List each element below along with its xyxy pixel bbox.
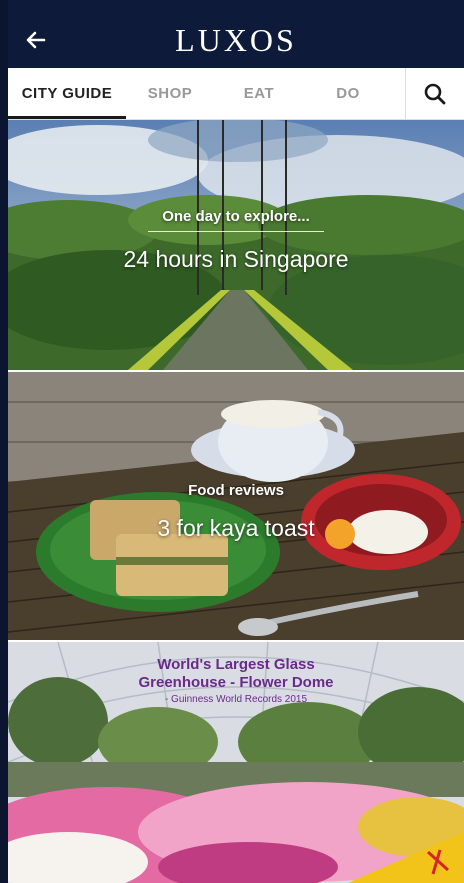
article-card-kaya-toast[interactable]: Food reviews 3 for kaya toast [8, 372, 464, 640]
card-caption: Food reviews 3 for kaya toast [8, 482, 464, 542]
tab-shop[interactable]: SHOP [126, 68, 214, 119]
badge-line-2: Greenhouse - Flower Dome [138, 674, 334, 691]
category-tabs: CITY GUIDE SHOP EAT DO [8, 68, 464, 120]
badge-line-3: - Guinness World Records 2015 [164, 694, 308, 705]
award-badge: World's Largest Glass Greenhouse - Flowe… [8, 656, 464, 705]
app-frame: LUXOS CITY GUIDE SHOP EAT DO One day to … [8, 0, 464, 883]
search-button[interactable] [405, 68, 464, 119]
arrow-left-icon [26, 31, 46, 49]
divider [148, 231, 324, 232]
tab-city-guide[interactable]: CITY GUIDE [8, 68, 126, 119]
app-logo: LUXOS [175, 21, 297, 58]
card-caption: One day to explore... 24 hours in Singap… [8, 208, 464, 273]
card-title: 3 for kaya toast [157, 515, 315, 541]
card-kicker: Food reviews [188, 482, 284, 499]
tab-eat[interactable]: EAT [214, 68, 304, 119]
article-card-flower-dome[interactable]: World's Largest Glass Greenhouse - Flowe… [8, 642, 464, 883]
tab-do[interactable]: DO [304, 68, 392, 119]
back-button[interactable] [22, 26, 50, 54]
search-icon [424, 83, 446, 104]
top-app-bar: LUXOS [8, 12, 464, 68]
card-kicker: One day to explore... [162, 208, 310, 225]
status-bar [8, 0, 464, 12]
badge-line-1: World's Largest Glass [157, 656, 315, 673]
article-card-singapore[interactable]: One day to explore... 24 hours in Singap… [8, 120, 464, 370]
card-title: 24 hours in Singapore [123, 246, 349, 272]
